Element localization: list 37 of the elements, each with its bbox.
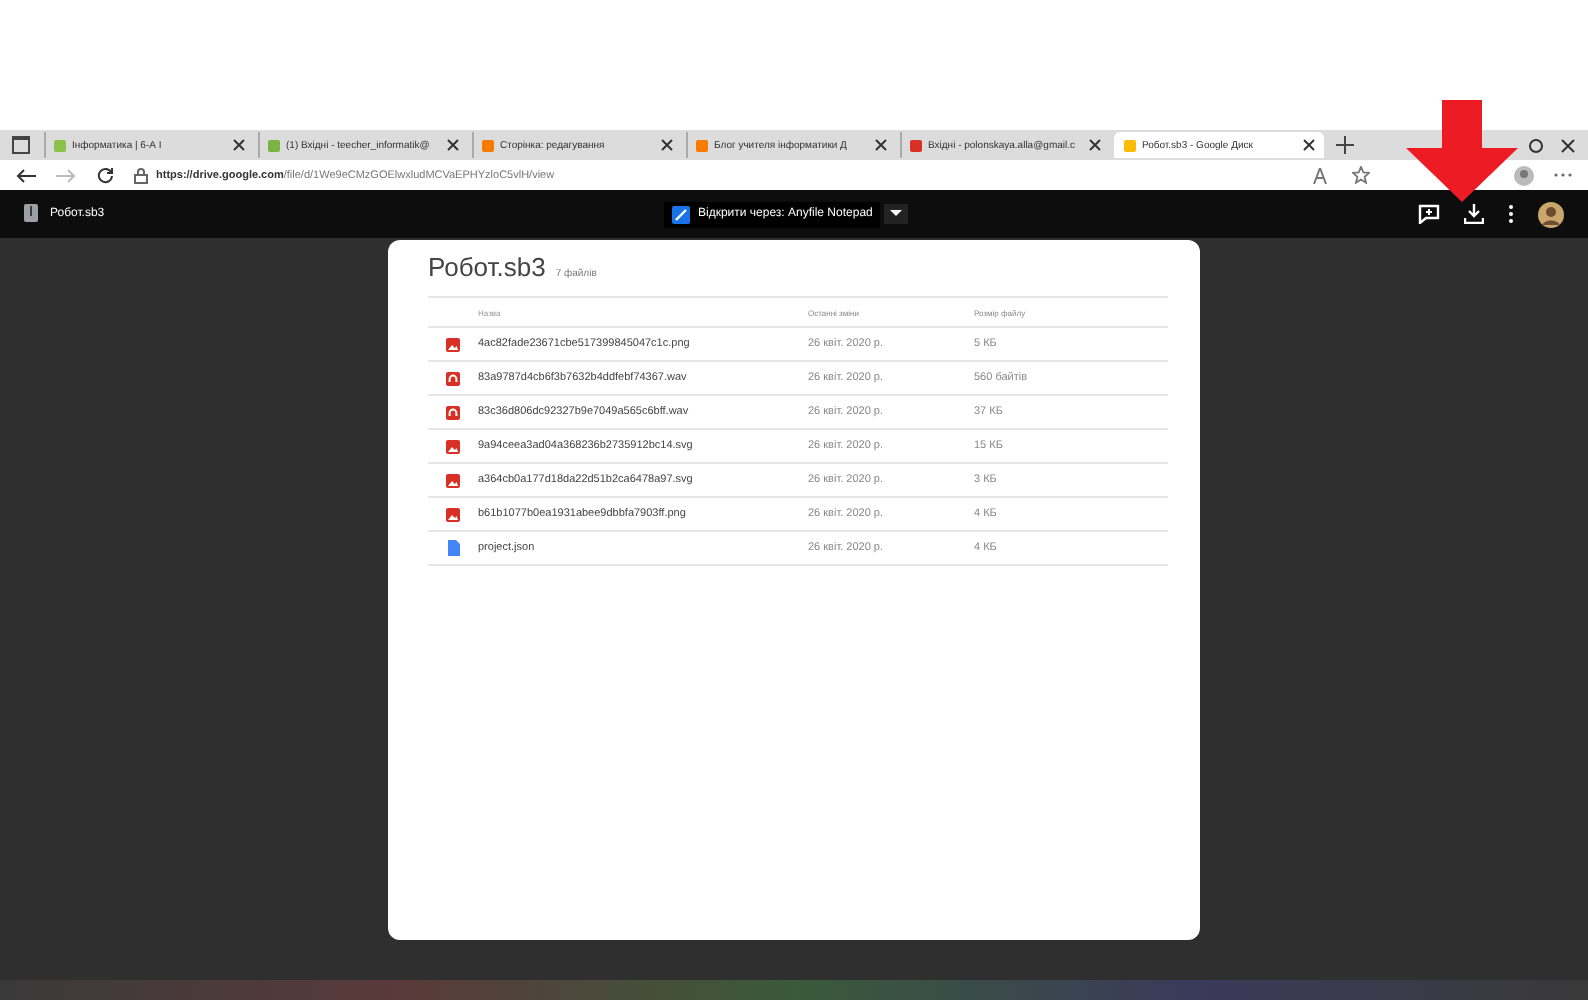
image-file-icon <box>446 337 460 351</box>
lock-icon <box>134 167 148 183</box>
read-aloud-icon[interactable] <box>1312 167 1332 183</box>
back-icon[interactable] <box>16 167 36 183</box>
reload-icon[interactable] <box>96 166 114 184</box>
notepad-app-icon <box>672 205 690 223</box>
close-icon[interactable] <box>1302 138 1316 152</box>
profile-icon[interactable] <box>1514 165 1534 185</box>
caret-icon[interactable] <box>884 204 909 224</box>
download-icon[interactable] <box>1464 204 1484 224</box>
new-tab-icon[interactable] <box>1336 136 1354 154</box>
tab-favicon-icon <box>482 139 494 151</box>
close-icon[interactable] <box>446 138 460 152</box>
audio-file-icon <box>446 405 460 419</box>
close-icon[interactable] <box>660 138 674 152</box>
tab-actions-icon[interactable] <box>12 136 30 154</box>
more-icon[interactable] <box>1508 204 1514 224</box>
image-file-icon <box>446 439 460 453</box>
down-arrow-drawing <box>1406 100 1518 202</box>
add-comment-icon[interactable] <box>1418 204 1440 224</box>
restore-icon[interactable] <box>1528 137 1544 153</box>
tab-favicon-icon <box>910 139 922 151</box>
favorites-icon[interactable] <box>1352 166 1370 184</box>
close-icon[interactable] <box>1560 137 1576 153</box>
audio-file-icon <box>446 371 460 385</box>
tab-favicon-icon <box>1124 139 1136 151</box>
close-icon[interactable] <box>232 138 246 152</box>
close-icon[interactable] <box>1088 138 1102 152</box>
tab-favicon-icon <box>268 139 280 151</box>
document-file-icon <box>447 540 459 556</box>
close-icon[interactable] <box>874 138 888 152</box>
image-file-icon <box>446 507 460 521</box>
avatar-icon[interactable] <box>1538 201 1564 227</box>
tab-favicon-icon <box>696 139 708 151</box>
image-file-icon <box>446 473 460 487</box>
tab-favicon-icon <box>54 139 66 151</box>
archive-title: Робот.sb3 <box>428 252 546 282</box>
